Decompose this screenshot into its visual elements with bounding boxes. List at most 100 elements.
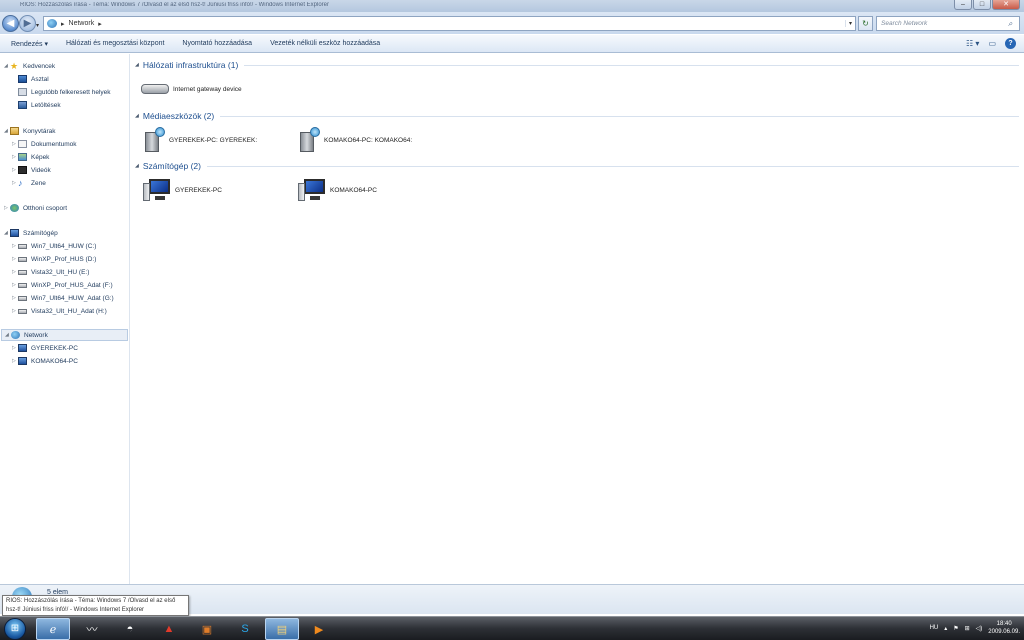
sidebar-item-homegroup[interactable]: ▷ Otthoni csoport — [4, 202, 133, 214]
sidebar-item-drive-h[interactable]: ▷ Vista32_Ult_HU_Adat (H:) — [12, 305, 141, 317]
item-media-komako64[interactable]: KOMAKO64-PC: KOMAKO64: — [298, 127, 412, 153]
collapse-arrow-icon[interactable]: ◢ — [5, 332, 10, 338]
back-button[interactable]: ◀ — [2, 15, 19, 32]
group-header-infrastructure[interactable]: ◢ Hálózati infrastruktúra (1) — [135, 60, 1019, 70]
flag-icon[interactable]: ⚑ — [953, 625, 958, 632]
help-icon[interactable]: ? — [1005, 38, 1016, 49]
group-header-media[interactable]: ◢ Médiaeszközök (2) — [135, 111, 1019, 121]
sidebar-item-label: Network — [24, 331, 48, 339]
explorer-folder-icon[interactable]: ▤ — [265, 618, 299, 640]
computer-icon — [18, 344, 27, 352]
sidebar-item-drive-e[interactable]: ▷ Vista32_Ult_HU (E:) — [12, 266, 141, 278]
sidebar-item-network[interactable]: ◢ Network — [1, 329, 128, 341]
sidebar-item-videos[interactable]: ▷ Videók — [12, 164, 141, 176]
documents-icon — [18, 140, 27, 148]
expand-arrow-icon[interactable]: ▷ — [12, 167, 17, 173]
maximize-button[interactable]: □ — [973, 0, 991, 10]
expand-arrow-icon[interactable]: ▷ — [12, 269, 17, 275]
computer-icon — [10, 229, 19, 237]
network-status-icon[interactable]: ⊞ — [965, 625, 970, 632]
sidebar-item-drive-g[interactable]: ▷ Win7_Ult64_HUW_Adat (G:) — [12, 292, 141, 304]
expand-arrow-icon[interactable]: ▷ — [4, 205, 9, 211]
breadcrumb-separator[interactable]: ▸ — [61, 20, 65, 28]
network-center-button[interactable]: Hálózati és megosztási központ — [66, 40, 164, 47]
start-button[interactable]: ⊞ — [4, 618, 26, 640]
collapse-group-icon[interactable]: ◢ — [135, 163, 139, 169]
item-media-gyerekek[interactable]: GYEREKEK-PC: GYEREKEK: — [143, 127, 257, 153]
internet-explorer-icon[interactable]: ℯ — [36, 618, 70, 640]
skype-icon[interactable]: S — [228, 618, 262, 640]
navigation-bar: ◀ ▶ ▾ ▸ Network ▸ ▾ ↻ Search Network ⌕ — [0, 12, 1024, 34]
search-icon[interactable]: ⌕ — [1008, 19, 1017, 28]
expand-arrow-icon[interactable]: ▷ — [12, 154, 17, 160]
sidebar-item-pictures[interactable]: ▷ Képek — [12, 151, 141, 163]
media-player-icon[interactable]: ▶ — [302, 618, 336, 640]
breadcrumb-separator-end[interactable]: ▸ — [98, 20, 102, 28]
expand-arrow-icon[interactable]: ▷ — [12, 345, 17, 351]
expand-arrow-icon[interactable]: ▷ — [12, 180, 17, 186]
sidebar-item-drive-f[interactable]: ▷ WinXP_Prof_HUS_Adat (F:) — [12, 279, 141, 291]
search-input[interactable]: Search Network ⌕ — [876, 16, 1020, 31]
app-mask-icon[interactable]: ◓ — [113, 618, 147, 640]
show-hidden-icons-icon[interactable]: ▴ — [944, 625, 947, 632]
item-pc-gyerekek[interactable]: GYEREKEK-PC — [143, 178, 222, 202]
address-history-dropdown[interactable]: ▾ — [845, 20, 855, 27]
sidebar-item-documents[interactable]: ▷ Dokumentumok — [12, 138, 141, 150]
library-icon — [10, 127, 19, 135]
add-wireless-device-button[interactable]: Vezeték nélküli eszköz hozzáadása — [270, 40, 380, 47]
sidebar-item-recent[interactable]: Legutóbb felkeresett helyek — [18, 86, 147, 98]
forward-button[interactable]: ▶ — [19, 15, 36, 32]
expand-arrow-icon[interactable]: ▷ — [12, 295, 17, 301]
breadcrumb-network[interactable]: Network — [69, 20, 95, 27]
close-button[interactable]: ✕ — [992, 0, 1020, 10]
taskbar: ⊞ ℯ 〰 ◓ ▲ ▣ S ▤ ▶ HU ▴ ⚑ ⊞ ◁) 18:40 2009… — [0, 616, 1024, 640]
sidebar-item-desktop[interactable]: Asztal — [18, 73, 147, 85]
sidebar-item-libraries[interactable]: ◢ Konyvtárak — [4, 125, 133, 137]
volume-icon[interactable]: ◁) — [976, 625, 983, 632]
sidebar-item-komako64-pc[interactable]: ▷ KOMAKO64-PC — [12, 355, 141, 367]
preview-pane-icon[interactable]: ▭ — [988, 39, 996, 48]
sidebar-item-downloads[interactable]: Letöltések — [18, 99, 147, 111]
drive-icon — [18, 282, 27, 288]
expand-arrow-icon[interactable]: ▷ — [12, 282, 17, 288]
collapse-group-icon[interactable]: ◢ — [135, 113, 139, 119]
sidebar-item-label: Zene — [31, 179, 46, 187]
computer-icon — [18, 357, 27, 365]
expand-arrow-icon[interactable]: ▷ — [12, 358, 17, 364]
add-printer-button[interactable]: Nyomtató hozzáadása — [182, 40, 252, 47]
language-indicator[interactable]: HU — [930, 625, 939, 631]
minimize-button[interactable]: – — [954, 0, 972, 10]
game-app-icon[interactable]: ▣ — [190, 618, 224, 640]
item-internet-gateway[interactable]: Internet gateway device — [141, 84, 242, 94]
sidebar-item-music[interactable]: ▷ ♪ Zene — [12, 177, 141, 189]
address-bar[interactable]: ▸ Network ▸ ▾ — [43, 16, 856, 31]
recent-places-icon — [18, 88, 27, 96]
refresh-button[interactable]: ↻ — [858, 16, 873, 31]
sidebar-item-computer[interactable]: ◢ Számítógép — [4, 227, 133, 239]
recent-pages-dropdown[interactable]: ▾ — [36, 22, 39, 29]
expand-arrow-icon[interactable]: ▷ — [12, 243, 17, 249]
sidebar-item-label: Win7_Ult64_HUW (C:) — [31, 242, 97, 250]
collapse-group-icon[interactable]: ◢ — [135, 62, 139, 68]
sidebar-item-label: WinXP_Prof_HUS (D:) — [31, 255, 97, 263]
item-pc-komako64[interactable]: KOMAKO64-PC — [298, 178, 377, 202]
organize-button[interactable]: Rendezés ▾ — [11, 40, 48, 48]
expand-arrow-icon[interactable]: ◢ — [4, 128, 9, 134]
group-header-computers[interactable]: ◢ Számítógép (2) — [135, 161, 1019, 171]
item-label: Internet gateway device — [173, 85, 242, 93]
collapse-arrow-icon[interactable]: ◢ — [4, 230, 9, 236]
sidebar-item-drive-d[interactable]: ▷ WinXP_Prof_HUS (D:) — [12, 253, 141, 265]
expand-arrow-icon[interactable]: ▷ — [12, 256, 17, 262]
collapse-arrow-icon[interactable]: ◢ — [4, 63, 9, 69]
change-view-icon[interactable]: ☷ ▾ — [966, 39, 979, 48]
sidebar-item-favorites[interactable]: ◢ ★ Kedvencek — [4, 60, 133, 72]
media-app-icon[interactable]: 〰 — [75, 618, 109, 640]
clock[interactable]: 18:40 2009.06.09. — [988, 620, 1020, 636]
expand-arrow-icon[interactable]: ▷ — [12, 308, 17, 314]
pdf-reader-icon[interactable]: ▲ — [152, 618, 186, 640]
sidebar-item-drive-c[interactable]: ▷ Win7_Ult64_HUW (C:) — [12, 240, 141, 252]
sidebar-item-gyerekek-pc[interactable]: ▷ GYEREKEK-PC — [12, 342, 141, 354]
expand-arrow-icon[interactable]: ▷ — [12, 141, 17, 147]
desktop-icon — [18, 75, 27, 83]
clock-date: 2009.06.09. — [988, 629, 1020, 635]
